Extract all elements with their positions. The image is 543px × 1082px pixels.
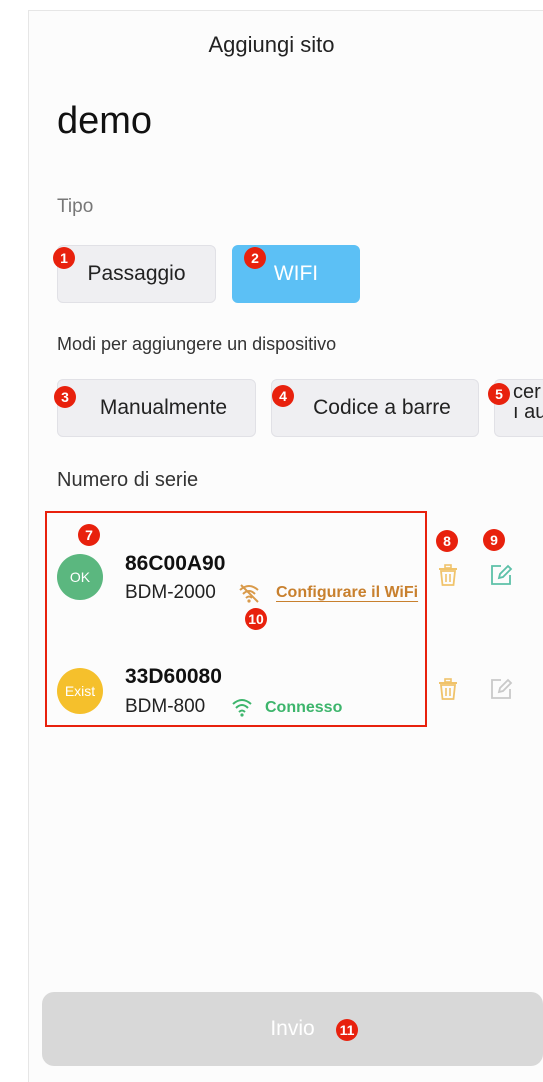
edit-device-button[interactable]: [488, 564, 514, 590]
device-serial: 33D60080: [125, 665, 222, 688]
trash-icon: [436, 677, 460, 706]
annotation-badge: 7: [78, 524, 100, 546]
type-option-passaggio[interactable]: Passaggio: [57, 245, 216, 303]
annotation-badge: 1: [53, 247, 75, 269]
edit-device-button[interactable]: [488, 678, 514, 704]
trash-icon: [436, 563, 460, 592]
add-method-label: Codice a barre: [313, 396, 451, 419]
annotation-badge: 4: [272, 385, 294, 407]
device-model: BDM-2000: [125, 582, 216, 603]
configure-wifi-link[interactable]: Configurare il WiFi: [276, 584, 418, 602]
delete-device-button[interactable]: [435, 563, 461, 592]
page-title: Aggiungi sito: [208, 32, 335, 57]
device-model: BDM-800: [125, 696, 206, 717]
device-row[interactable]: OK 7 86C00A90 BDM-2000 Configurare il Wi…: [57, 520, 427, 630]
delete-device-button[interactable]: [435, 677, 461, 706]
type-option-label: WIFI: [273, 262, 319, 285]
annotation-badge: 5: [488, 383, 510, 405]
type-option-label: Passaggio: [87, 262, 186, 285]
add-method-label: Manualmente: [99, 396, 228, 419]
type-label: Tipo: [57, 196, 94, 217]
annotation-badge: 2: [244, 247, 266, 269]
connected-status: Connesso: [265, 699, 343, 716]
annotation-badge: 10: [245, 608, 267, 630]
submit-button[interactable]: Invio: [42, 992, 543, 1066]
annotation-badge: 11: [336, 1019, 358, 1041]
device-row[interactable]: Exist 33D60080 BDM-800 Connesso: [57, 645, 427, 725]
device-status-avatar: Exist: [57, 668, 103, 714]
submit-label: Invio: [270, 1017, 315, 1040]
device-status-avatar: OK: [57, 554, 103, 600]
annotation-badge: 8: [436, 530, 458, 552]
wifi-off-icon: [237, 581, 261, 605]
serial-section-label: Numero di serie: [57, 469, 199, 491]
add-method-barcode[interactable]: Codice a barre: [271, 379, 479, 437]
add-method-label-line2: ı au: [513, 401, 543, 423]
annotation-badge: 9: [483, 529, 505, 551]
site-name: demo: [57, 100, 153, 142]
wifi-icon: [230, 695, 254, 719]
annotation-badge: 3: [54, 386, 76, 408]
edit-icon: [489, 677, 513, 706]
device-serial: 86C00A90: [125, 552, 226, 575]
add-method-manual[interactable]: Manualmente: [57, 379, 256, 437]
add-methods-label: Modi per aggiungere un dispositivo: [57, 334, 337, 354]
edit-icon: [489, 563, 513, 592]
